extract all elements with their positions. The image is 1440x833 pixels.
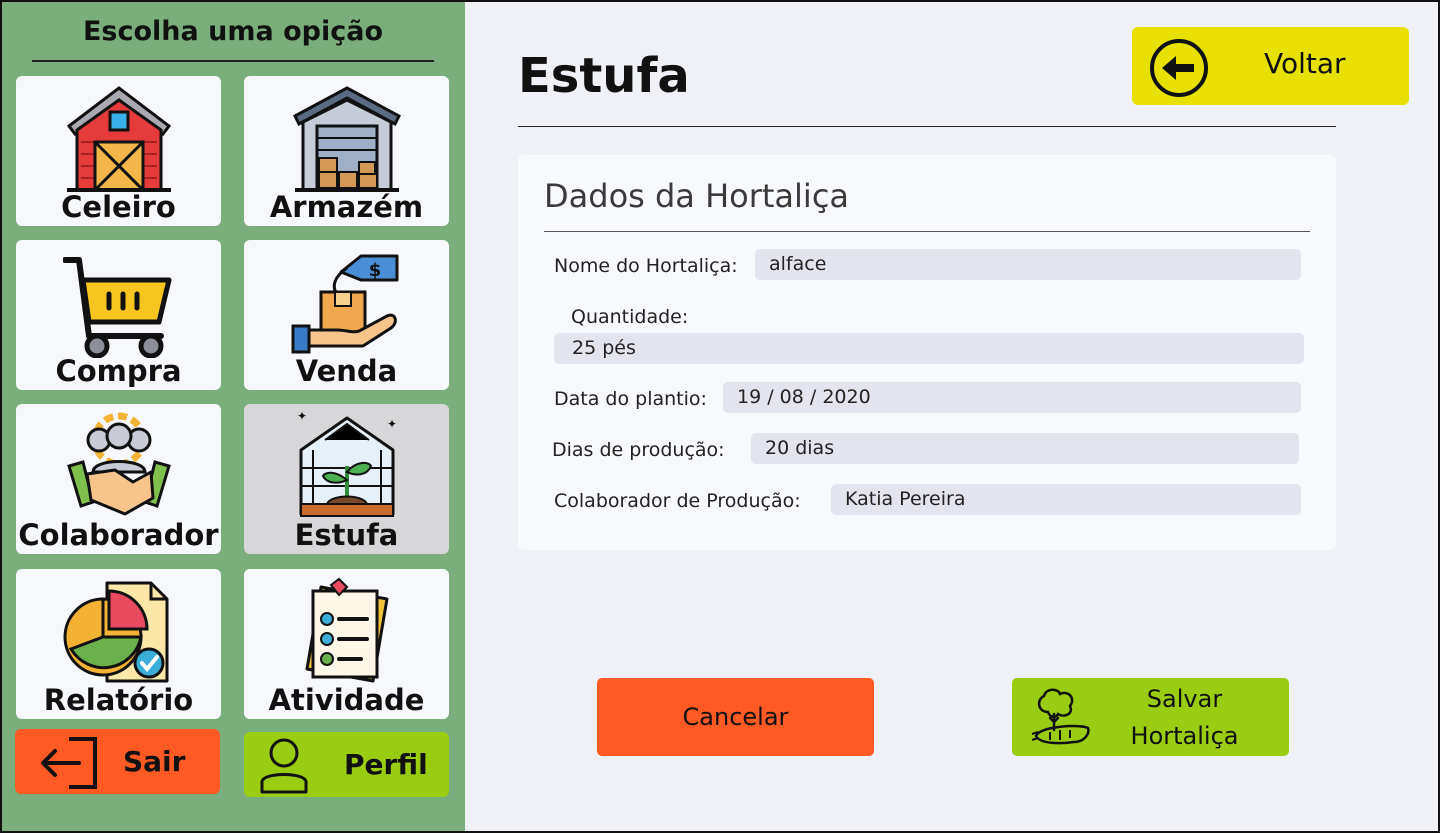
quantity-label: Quantidade: <box>571 306 689 328</box>
handshake-team-icon <box>66 412 171 516</box>
cancel-label: Cancelar <box>682 703 789 731</box>
form-divider <box>544 231 1310 232</box>
sale-box-hand-icon: $ <box>291 254 398 354</box>
vegetable-icon <box>1031 688 1090 745</box>
warehouse-icon <box>292 86 401 192</box>
sidebar-title: Escolha uma opição <box>82 16 384 47</box>
collaborator-label: Colaborador de Produção: <box>554 490 801 512</box>
tile-label: Atividade <box>268 683 425 717</box>
logout-button[interactable]: Sair <box>15 729 220 794</box>
sidebar-item-celeiro[interactable]: Celeiro <box>16 76 221 226</box>
back-label: Voltar <box>1264 47 1346 80</box>
production-days-label: Dias de produção: <box>552 439 725 461</box>
profile-label: Perfil <box>344 748 428 781</box>
sidebar-divider <box>32 60 434 62</box>
sidebar-item-atividade[interactable]: Atividade <box>244 569 449 719</box>
form-title: Dados da Hortaliça <box>544 177 850 215</box>
vegetable-form-card: Dados da Hortaliça Nome do Hortaliça: al… <box>518 155 1336 550</box>
sidebar-item-armazem[interactable]: Armazém <box>244 76 449 226</box>
collaborator-field[interactable]: Katia Pereira <box>831 484 1301 515</box>
plant-date-field[interactable]: 19 / 08 / 2020 <box>723 382 1301 413</box>
barn-icon <box>66 86 171 192</box>
tile-label: Compra <box>55 354 182 388</box>
sidebar: Escolha uma opição Celeiro Armazém Compr… <box>2 2 465 831</box>
user-icon <box>260 738 308 794</box>
page-title: Estufa <box>518 48 690 104</box>
checklist-icon <box>305 577 388 683</box>
save-label-line1: Salvar <box>1146 685 1223 713</box>
arrow-left-circle-icon <box>1150 39 1208 97</box>
tile-label: Relatório <box>43 683 194 717</box>
production-days-field[interactable]: 20 dias <box>751 433 1299 464</box>
tile-label: Armazém <box>269 190 424 224</box>
save-vegetable-button[interactable]: Salvar Hortaliça <box>1012 678 1289 756</box>
tile-label: Celeiro <box>61 190 176 224</box>
profile-button[interactable]: Perfil <box>244 732 449 797</box>
sidebar-item-estufa[interactable]: ✦ ✦ Estufa <box>244 404 449 554</box>
svg-text:✦: ✦ <box>297 410 307 423</box>
tile-label: Venda <box>295 354 398 388</box>
svg-text:$: $ <box>368 260 381 281</box>
tile-label: Colaborador <box>18 518 219 552</box>
greenhouse-icon: ✦ ✦ <box>297 410 397 517</box>
app-window: Escolha uma opição Celeiro Armazém Compr… <box>0 0 1440 833</box>
tile-label: Estufa <box>294 518 399 552</box>
cancel-button[interactable]: Cancelar <box>597 678 874 756</box>
svg-text:✦: ✦ <box>387 417 397 431</box>
name-label: Nome do Hortaliça: <box>554 255 738 277</box>
report-chart-icon <box>63 581 168 683</box>
logout-icon <box>41 737 97 789</box>
plant-date-label: Data do plantio: <box>554 388 707 410</box>
sidebar-item-venda[interactable]: $ Venda <box>244 240 449 390</box>
sidebar-item-compra[interactable]: Compra <box>16 240 221 390</box>
sidebar-item-colaborador[interactable]: Colaborador <box>16 404 221 554</box>
save-label-line2: Hortaliça <box>1130 722 1239 750</box>
logout-label: Sair <box>123 745 186 778</box>
quantity-field[interactable]: 25 pés <box>554 333 1304 364</box>
sidebar-item-relatorio[interactable]: Relatório <box>16 569 221 719</box>
back-button[interactable]: Voltar <box>1132 27 1409 105</box>
title-divider <box>518 126 1336 127</box>
shopping-cart-icon <box>62 257 171 358</box>
name-field[interactable]: alface <box>755 249 1301 280</box>
